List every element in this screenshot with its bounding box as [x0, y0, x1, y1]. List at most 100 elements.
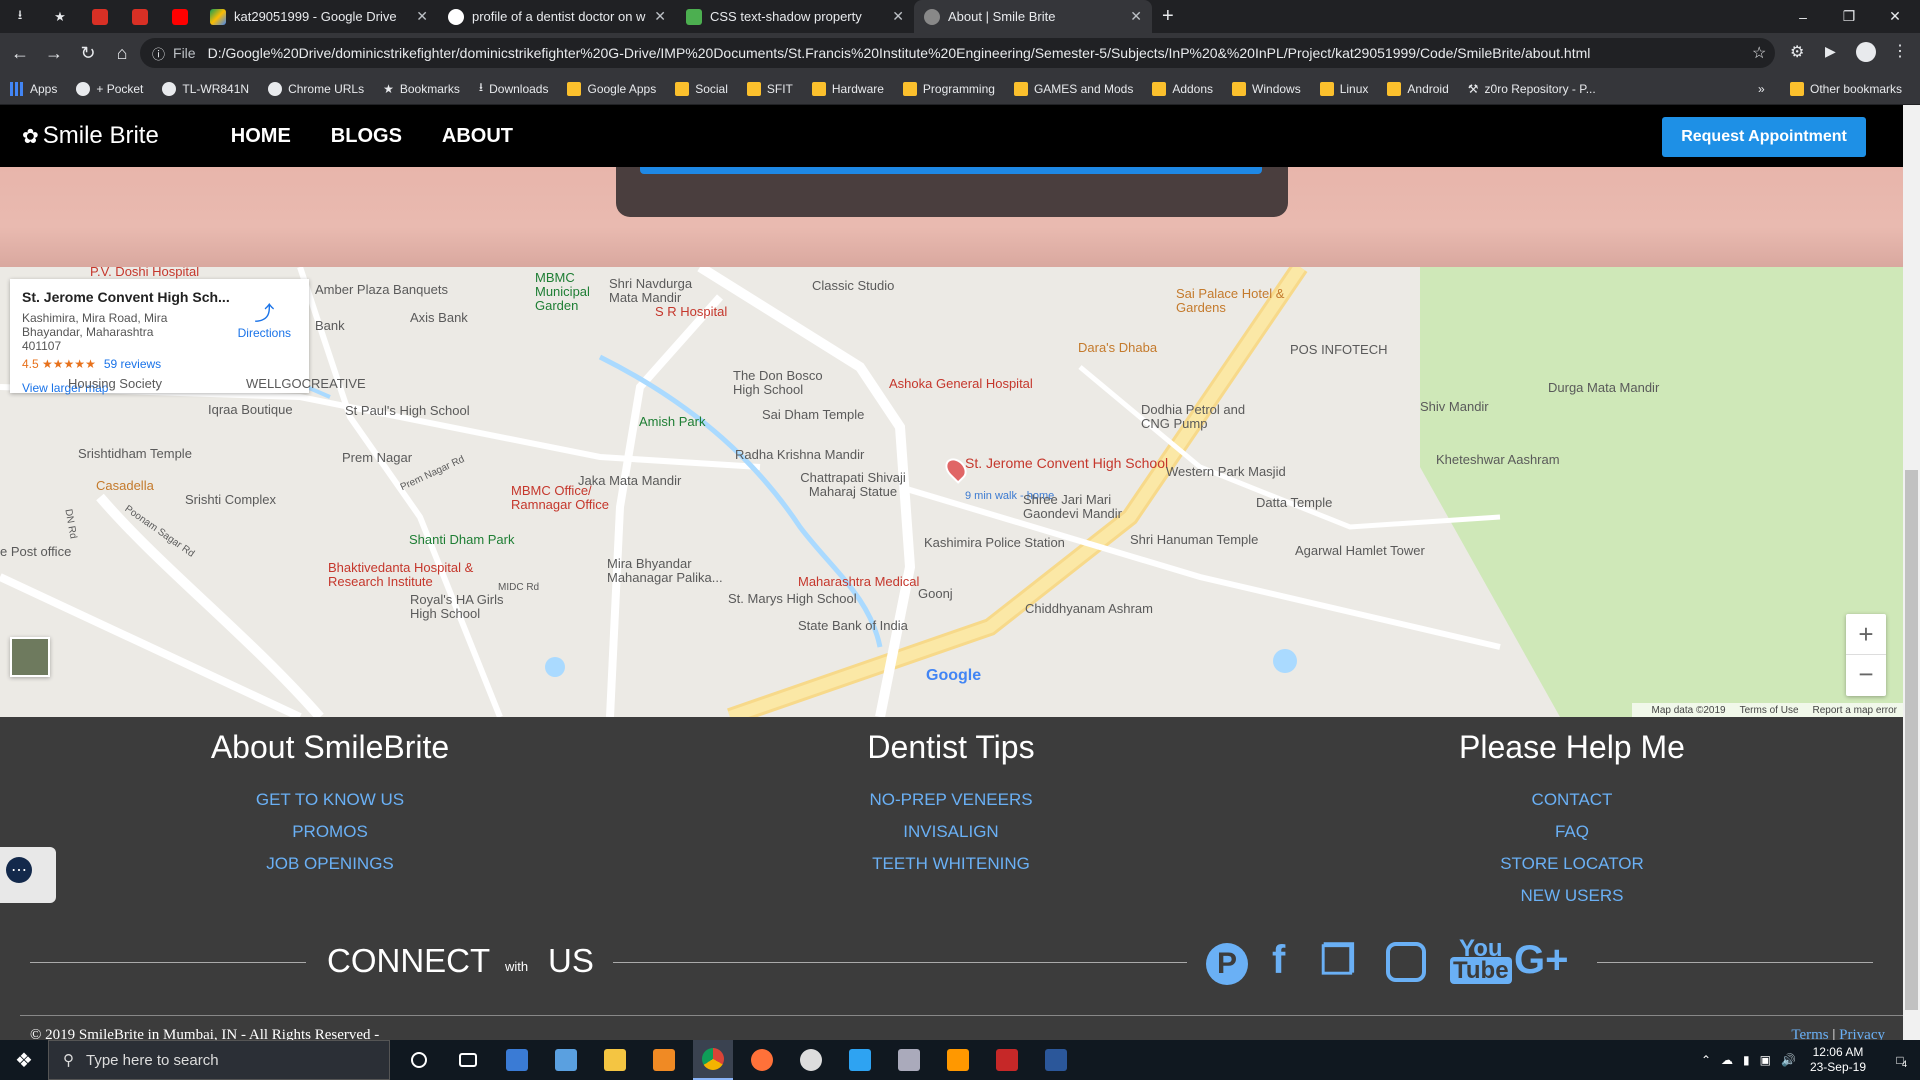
back-button[interactable]: ←: [6, 39, 34, 67]
chevron-up-icon[interactable]: ⌃: [1701, 1053, 1711, 1067]
task-view-button[interactable]: [448, 1040, 488, 1080]
scrollbar-thumb[interactable]: [1905, 470, 1918, 1010]
map-label[interactable]: Bank: [315, 319, 345, 333]
map-label[interactable]: Western Park Masjid: [1166, 465, 1286, 479]
map-label[interactable]: S R Hospital: [655, 305, 727, 319]
tab-gmail-1[interactable]: [80, 0, 120, 33]
facebook-icon[interactable]: f: [1272, 938, 1285, 983]
map-label[interactable]: Amber Plaza Banquets: [315, 283, 448, 297]
map-label[interactable]: Iqraa Boutique: [208, 403, 293, 417]
map-label[interactable]: Chiddhyanam Ashram: [1025, 602, 1153, 616]
pinterest-icon[interactable]: P: [1206, 938, 1248, 985]
nav-about[interactable]: ABOUT: [442, 125, 513, 148]
tab-about-smile-brite[interactable]: About | Smile Brite ✕: [914, 0, 1152, 33]
footer-link[interactable]: CONTACT: [1372, 790, 1772, 810]
map-label[interactable]: St Paul's High School: [345, 404, 470, 418]
taskbar-clock[interactable]: 12:06 AM 23-Sep-19: [1810, 1045, 1866, 1075]
map-label[interactable]: Bhaktivedanta Hospital & Research Instit…: [328, 561, 498, 589]
bookmark-folder-google-apps[interactable]: Google Apps: [567, 81, 656, 96]
chat-widget-button[interactable]: ⋯: [0, 847, 56, 903]
map-label[interactable]: Shri Navdurga Mata Mandir: [609, 277, 709, 305]
instagram-icon[interactable]: [1386, 938, 1426, 992]
bookmark-folder-android[interactable]: Android: [1387, 81, 1449, 96]
map-label[interactable]: Kheteshwar Aashram: [1436, 453, 1560, 467]
bookmark-star-icon[interactable]: ☆: [1752, 43, 1766, 63]
volume-icon[interactable]: 🔊: [1781, 1053, 1796, 1067]
map-label[interactable]: Srishti Complex: [185, 493, 276, 507]
request-appointment-button[interactable]: Request Appointment: [1662, 117, 1866, 157]
map-label[interactable]: State Bank of India: [798, 619, 908, 633]
footer-link[interactable]: TEETH WHITENING: [751, 854, 1151, 874]
bookmark-folder-games[interactable]: GAMES and Mods: [1013, 81, 1133, 96]
close-tab-icon[interactable]: ✕: [654, 8, 666, 25]
new-tab-button[interactable]: +: [1152, 0, 1184, 33]
map-label[interactable]: MBMC Office/ Ramnagar Office: [511, 484, 621, 512]
tab-css-text-shadow[interactable]: CSS text-shadow property ✕: [676, 0, 914, 33]
bookmark-folder-windows[interactable]: Windows: [1232, 81, 1301, 96]
bookmark-folder-social[interactable]: Social: [675, 81, 728, 96]
extensions-icon[interactable]: ⚙: [1790, 42, 1804, 62]
bookmark-pocket[interactable]: + Pocket: [76, 81, 143, 96]
bookmark-folder-linux[interactable]: Linux: [1319, 81, 1368, 96]
taskbar-app[interactable]: [693, 1040, 733, 1080]
taskbar-app[interactable]: [791, 1040, 831, 1080]
footer-link[interactable]: JOB OPENINGS: [130, 854, 530, 874]
close-tab-icon[interactable]: ✕: [892, 8, 904, 25]
reload-button[interactable]: ↻: [74, 39, 102, 67]
map-label[interactable]: Shri Hanuman Temple: [1130, 533, 1258, 547]
twitter-icon[interactable]: ❐: [1320, 938, 1356, 984]
cortana-button[interactable]: [399, 1040, 439, 1080]
footer-link[interactable]: NEW USERS: [1372, 886, 1772, 906]
map-label[interactable]: Sai Dham Temple: [762, 408, 864, 422]
map-label[interactable]: POS INFOTECH: [1290, 343, 1388, 357]
footer-link[interactable]: INVISALIGN: [751, 822, 1151, 842]
footer-link[interactable]: PROMOS: [130, 822, 530, 842]
network-tray-icon[interactable]: ▣: [1760, 1053, 1771, 1067]
minimize-button[interactable]: –: [1780, 0, 1826, 33]
satellite-toggle[interactable]: [10, 637, 50, 677]
start-button[interactable]: ❖: [0, 1040, 48, 1080]
map-terms-link[interactable]: Terms of Use: [1740, 705, 1799, 716]
menu-icon[interactable]: ⋮: [1892, 41, 1908, 61]
tab-youtube[interactable]: [160, 0, 200, 33]
close-tab-icon[interactable]: ✕: [1130, 8, 1142, 25]
home-button[interactable]: ⌂: [108, 39, 136, 67]
map-label[interactable]: Goonj: [918, 587, 953, 601]
forward-button[interactable]: →: [40, 39, 68, 67]
map-label[interactable]: Radha Krishna Mandir: [735, 448, 864, 462]
footer-link[interactable]: GET TO KNOW US: [130, 790, 530, 810]
map-label[interactable]: Datta Temple: [1256, 496, 1332, 510]
terms-link[interactable]: Terms: [1791, 1027, 1828, 1040]
map-label[interactable]: Durga Mata Mandir: [1548, 381, 1659, 395]
map-label[interactable]: Dodhia Petrol and CNG Pump: [1141, 403, 1251, 431]
map-label[interactable]: WELLGOCREATIVE: [246, 377, 366, 391]
map-label[interactable]: The Don Bosco High School: [733, 369, 833, 397]
map-label[interactable]: Shiv Mandir: [1420, 400, 1489, 414]
bookmark-z0ro-repository[interactable]: ⚒ z0ro Repository - P...: [1468, 82, 1596, 96]
taskbar-app[interactable]: [546, 1040, 586, 1080]
report-map-error-link[interactable]: Report a map error: [1813, 705, 1897, 716]
address-bar[interactable]: ⓘ File D:/Google%20Drive/dominicstrikefi…: [140, 38, 1775, 68]
map-label[interactable]: Royal's HA Girls High School: [410, 593, 520, 621]
taskbar-app[interactable]: [1036, 1040, 1076, 1080]
bookmark-apps[interactable]: Apps: [10, 81, 57, 96]
tab-downloads[interactable]: ⭳: [0, 0, 40, 33]
bookmarks-overflow[interactable]: »: [1758, 82, 1765, 96]
directions-button[interactable]: ⤴ Directions: [238, 297, 291, 340]
tab-dentist-search[interactable]: profile of a dentist doctor on wel ✕: [438, 0, 676, 33]
taskbar-app[interactable]: [889, 1040, 929, 1080]
map-label[interactable]: e Post office: [0, 545, 71, 559]
tab-gmail-2[interactable]: [120, 0, 160, 33]
media-icon[interactable]: ▶: [1825, 43, 1836, 60]
map-label[interactable]: Chattrapati Shivaji Maharaj Statue: [793, 471, 913, 499]
map-label[interactable]: Amish Park: [639, 415, 705, 429]
bookmark-chrome-urls[interactable]: Chrome URLs: [268, 81, 364, 96]
battery-icon[interactable]: ▮: [1743, 1053, 1750, 1067]
close-window-button[interactable]: ✕: [1872, 0, 1918, 33]
bookmark-downloads[interactable]: ⭳ Downloads: [479, 78, 549, 99]
zoom-in-button[interactable]: +: [1846, 614, 1886, 654]
taskbar-app[interactable]: [742, 1040, 782, 1080]
map-label[interactable]: P.V. Doshi Hospital: [90, 267, 199, 279]
youtube-icon[interactable]: You Tube: [1450, 937, 1512, 984]
footer-link[interactable]: STORE LOCATOR: [1372, 854, 1772, 874]
